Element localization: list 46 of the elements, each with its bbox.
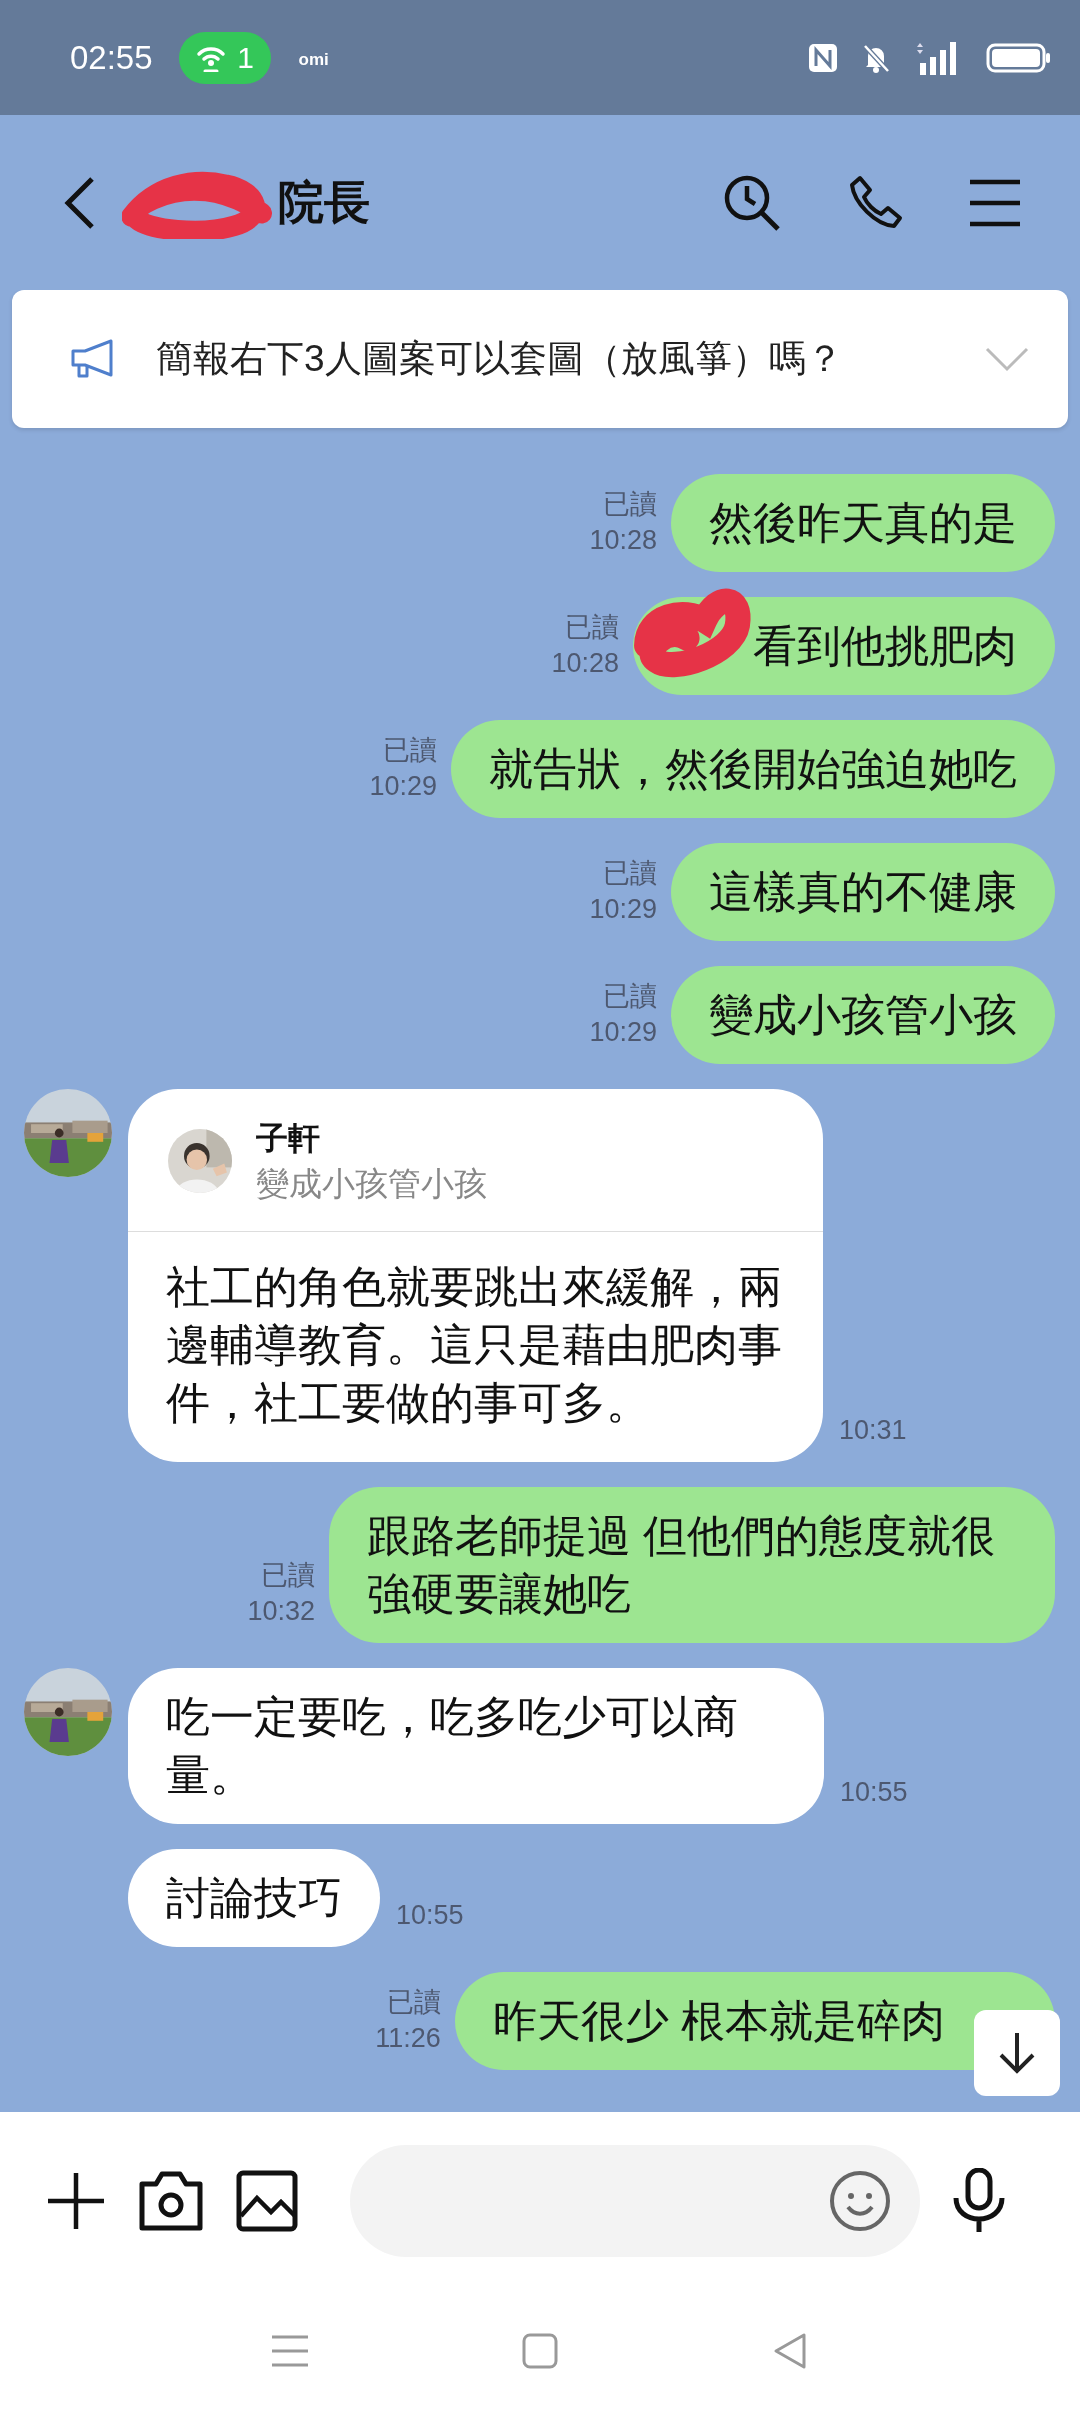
menu-icon[interactable]: [968, 177, 1022, 228]
read-receipt: 已讀: [261, 1559, 315, 1592]
microphone-icon[interactable]: [952, 2168, 1006, 2234]
message-bubble: 這樣真的不健康: [671, 843, 1055, 941]
message-bubble: 就告狀，然後開始強迫她吃: [451, 720, 1055, 818]
home-icon[interactable]: [520, 2331, 560, 2371]
announcement-banner[interactable]: 簡報右下3人圖案可以套圖（放風箏）嗎？: [12, 290, 1068, 428]
message-bubble: 然後昨天真的是: [671, 474, 1055, 572]
message-bubble: 昨天很少 根本就是碎肉: [454, 1972, 1055, 2070]
camera-icon[interactable]: [138, 2170, 204, 2232]
emoji-icon[interactable]: [828, 2169, 892, 2233]
message-bubble: 討論技巧: [128, 1849, 380, 1947]
read-receipt: 已讀: [565, 611, 619, 644]
announcement-text: 簡報右下3人圖案可以套圖（放風箏）嗎？: [156, 337, 843, 381]
read-receipt: 已讀: [386, 1986, 441, 2019]
message-bubble: 變成小孩管小孩: [671, 966, 1055, 1064]
hotspot-badge: 1: [178, 31, 271, 84]
quoted-sender: 子軒: [256, 1119, 321, 1158]
message-time: 10:32: [247, 1595, 315, 1628]
message-time: 10:29: [369, 770, 437, 803]
plus-icon[interactable]: [46, 2171, 106, 2231]
message-time: 10:31: [839, 1414, 907, 1447]
nfc-icon: [808, 42, 838, 73]
chat-title: 院長: [278, 174, 370, 230]
carrier-label: omi: [298, 50, 329, 70]
read-receipt: 已讀: [383, 734, 437, 767]
message-time: 10:29: [589, 893, 657, 926]
message-time: 10:55: [396, 1899, 464, 1932]
message-time: 10:55: [840, 1776, 908, 1809]
quoted-text: 變成小孩管小孩: [256, 1164, 487, 1204]
read-receipt: 已讀: [603, 980, 657, 1013]
clock: 02:55: [70, 38, 153, 77]
message-bubble: 吃一定要吃，吃多吃少可以商量。: [128, 1668, 824, 1824]
message-text: 社工的角色就要跳出來緩解，兩邊輔導教育。這只是藉由肥肉事件，社工要做的事可多。: [165, 1261, 783, 1429]
message-bubble: 跟路老師提過 但他們的態度就很強硬要讓她吃: [329, 1487, 1055, 1643]
battery-icon: [986, 42, 1052, 73]
message-time: 10:29: [589, 1016, 657, 1049]
read-receipt: 已讀: [603, 857, 657, 890]
down-arrow-icon: [997, 2031, 1037, 2075]
scroll-down-button[interactable]: [974, 2010, 1060, 2096]
message-time: 10:28: [589, 524, 657, 557]
megaphone-icon: [70, 339, 116, 379]
image-icon[interactable]: [236, 2170, 298, 2232]
read-receipt: 已讀: [603, 488, 657, 521]
message-time: 10:28: [551, 647, 619, 680]
message-time: 11:26: [375, 2022, 441, 2055]
